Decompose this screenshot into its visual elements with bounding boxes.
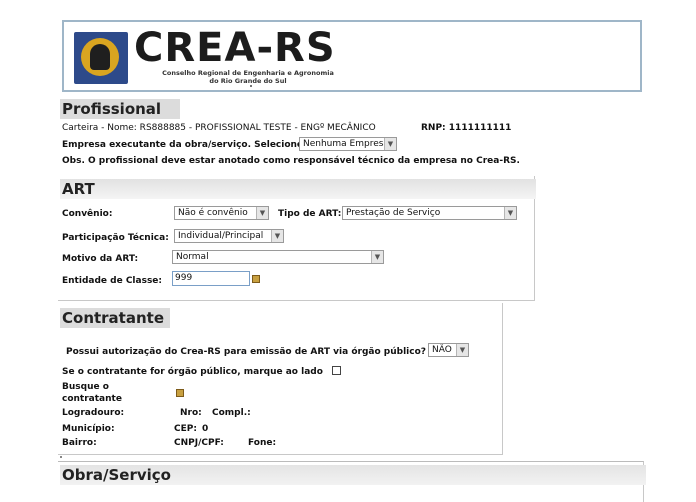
empresa-label: Empresa executante da obra/serviço. Sele… xyxy=(62,140,307,150)
crea-emblem-icon xyxy=(74,32,128,84)
busque-label-line1: Busque o xyxy=(62,382,109,392)
nro-label: Nro: xyxy=(180,408,202,418)
chevron-down-icon: ▼ xyxy=(371,251,383,263)
section-title-art: ART xyxy=(60,179,536,199)
motivo-label: Motivo da ART: xyxy=(62,254,139,264)
rnp-line: RNP: 1111111111 xyxy=(421,123,512,133)
lookup-icon[interactable] xyxy=(252,275,260,283)
section-title-obra: Obra/Serviço xyxy=(60,465,646,485)
obs-text: Obs. O profissional deve estar anotado c… xyxy=(62,156,520,166)
entidade-input[interactable]: 999 xyxy=(172,271,250,286)
busque-label-line2: contratante xyxy=(62,394,122,404)
cep-label: CEP: xyxy=(174,424,197,434)
carteira-nome-line: Carteira - Nome: RS888885 - PROFISSIONAL… xyxy=(62,123,376,133)
tipo-art-label: Tipo de ART: xyxy=(278,209,342,219)
logo-subtitle-line1: Conselho Regional de Engenharia e Agrono… xyxy=(162,69,334,77)
chevron-down-icon: ▼ xyxy=(504,207,516,219)
motivo-select-value: Normal xyxy=(176,252,209,262)
participacao-select[interactable]: Individual/Principal ▼ xyxy=(174,229,284,243)
entidade-input-value: 999 xyxy=(175,273,193,283)
empresa-select[interactable]: Nenhuma Empresa ▼ xyxy=(299,137,397,151)
municipio-label: Município: xyxy=(62,424,115,434)
participacao-label: Participação Técnica: xyxy=(62,233,169,243)
logo-dot xyxy=(250,85,252,87)
separator-dot xyxy=(60,456,62,458)
autorizacao-select-value: NÃO xyxy=(432,345,452,355)
chevron-down-icon: ▼ xyxy=(384,138,396,150)
search-contratante-icon[interactable] xyxy=(176,389,184,397)
section-title-profissional: Profissional xyxy=(60,99,180,119)
autorizacao-select[interactable]: NÃO ▼ xyxy=(428,343,469,357)
entidade-label: Entidade de Classe: xyxy=(62,276,162,286)
logo-subtitle: Conselho Regional de Engenharia e Agrono… xyxy=(148,69,348,85)
convenio-label: Convênio: xyxy=(62,209,113,219)
section-title-contratante: Contratante xyxy=(60,308,170,328)
orgao-publico-label: Se o contratante for órgão público, marq… xyxy=(62,367,323,377)
orgao-publico-checkbox[interactable] xyxy=(332,366,341,375)
convenio-select[interactable]: Não é convênio ▼ xyxy=(174,206,269,220)
tipo-art-select-value: Prestação de Serviço xyxy=(346,208,441,218)
autorizacao-label: Possui autorização do Crea-RS para emiss… xyxy=(66,347,426,357)
empresa-select-value: Nenhuma Empresa xyxy=(303,139,389,149)
cnpj-cpf-label: CNPJ/CPF: xyxy=(174,438,224,448)
chevron-down-icon: ▼ xyxy=(271,230,283,242)
header-banner: CREA-RS Conselho Regional de Engenharia … xyxy=(62,20,642,92)
motivo-select[interactable]: Normal ▼ xyxy=(172,250,384,264)
logo-subtitle-line2: do Rio Grande do Sul xyxy=(209,77,287,85)
tipo-art-select[interactable]: Prestação de Serviço ▼ xyxy=(342,206,517,220)
chevron-down-icon: ▼ xyxy=(456,344,468,356)
compl-label: Compl.: xyxy=(212,408,251,418)
convenio-select-value: Não é convênio xyxy=(178,208,248,218)
logradouro-label: Logradouro: xyxy=(62,408,125,418)
cep-value: 0 xyxy=(202,424,209,434)
fone-label: Fone: xyxy=(248,438,277,448)
logo-title: CREA-RS xyxy=(134,25,336,71)
bairro-label: Bairro: xyxy=(62,438,97,448)
chevron-down-icon: ▼ xyxy=(256,207,268,219)
participacao-select-value: Individual/Principal xyxy=(178,231,264,241)
